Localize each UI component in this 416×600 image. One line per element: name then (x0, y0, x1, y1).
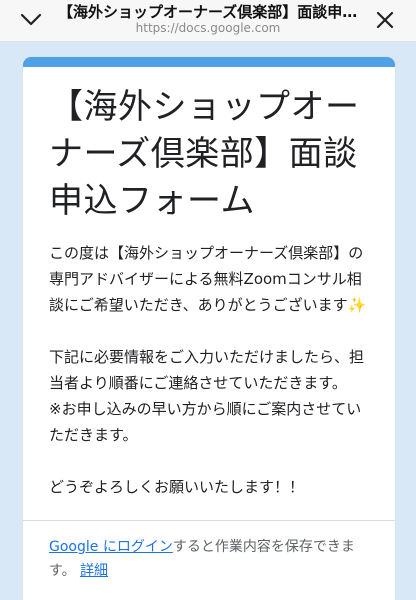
divider (23, 520, 395, 521)
description-notice: 下記に必要情報をご入力いただけましたら、担当者より順番にご連絡させていただきます… (49, 348, 365, 444)
form-title: 【海外ショップオーナーズ倶楽部】面談申込フォーム (49, 87, 360, 221)
description-intro: この度は【海外ショップオーナーズ倶楽部】の専門アドバイザーによる無料Zoomコン… (49, 244, 367, 314)
signin-notice: Google にログインすると作業内容を保存できます。 詳細 (49, 535, 369, 583)
details-link[interactable]: 詳細 (80, 563, 108, 579)
browser-top-bar: 【海外ショップオーナーズ倶楽部】面談申込フォーム https://docs.go… (0, 0, 416, 42)
form-description: この度は【海外ショップオーナーズ倶楽部】の専門アドバイザーによる無料Zoomコン… (49, 240, 369, 500)
close-icon[interactable] (370, 5, 400, 35)
accent-band (23, 57, 395, 67)
form-header-card: 【海外ショップオーナーズ倶楽部】面談申込フォーム この度は【海外ショップオーナー… (22, 56, 396, 600)
chevron-down-icon[interactable] (16, 5, 46, 35)
page-tab-title: 【海外ショップオーナーズ倶楽部】面談申込フォーム (58, 3, 358, 21)
google-login-link[interactable]: Google にログイン (49, 539, 173, 555)
description-closing: どうぞよろしくお願いいたします！！ (49, 478, 305, 496)
page-url: https://docs.google.com (135, 21, 281, 35)
form-header-body: 【海外ショップオーナーズ倶楽部】面談申込フォーム この度は【海外ショップオーナー… (23, 67, 395, 583)
